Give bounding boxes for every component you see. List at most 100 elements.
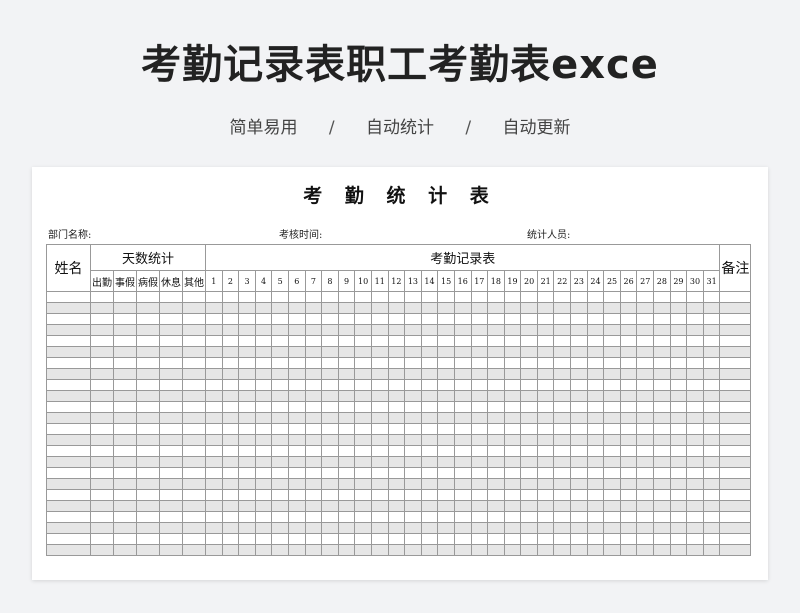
table-cell[interactable] bbox=[90, 445, 114, 457]
table-cell[interactable] bbox=[437, 533, 455, 545]
table-cell[interactable] bbox=[653, 522, 671, 534]
table-cell[interactable] bbox=[159, 401, 183, 413]
table-cell[interactable] bbox=[404, 412, 422, 424]
table-cell[interactable] bbox=[686, 522, 704, 534]
table-cell[interactable] bbox=[686, 500, 704, 512]
table-cell[interactable] bbox=[636, 357, 655, 369]
table-cell[interactable] bbox=[487, 511, 505, 523]
table-cell[interactable] bbox=[205, 467, 223, 479]
table-cell[interactable] bbox=[570, 379, 588, 391]
table-cell[interactable] bbox=[321, 346, 339, 358]
table-cell[interactable] bbox=[182, 522, 206, 534]
table-cell[interactable] bbox=[136, 401, 160, 413]
table-cell[interactable] bbox=[46, 500, 91, 512]
table-cell[interactable] bbox=[238, 324, 256, 336]
table-cell[interactable] bbox=[603, 335, 621, 347]
table-cell[interactable] bbox=[570, 291, 588, 303]
table-cell[interactable] bbox=[182, 445, 206, 457]
table-cell[interactable] bbox=[337, 478, 356, 490]
table-cell[interactable] bbox=[453, 401, 472, 413]
table-cell[interactable] bbox=[404, 313, 422, 325]
table-cell[interactable] bbox=[520, 522, 538, 534]
table-cell[interactable] bbox=[238, 412, 256, 424]
table-cell[interactable] bbox=[453, 324, 472, 336]
table-cell[interactable] bbox=[669, 346, 688, 358]
table-cell[interactable] bbox=[669, 368, 688, 380]
table-cell[interactable] bbox=[570, 489, 588, 501]
table-cell[interactable] bbox=[370, 544, 389, 556]
table-cell[interactable] bbox=[453, 291, 472, 303]
table-cell[interactable] bbox=[470, 313, 489, 325]
table-cell[interactable] bbox=[470, 489, 489, 501]
table-cell[interactable] bbox=[619, 412, 638, 424]
table-cell[interactable] bbox=[90, 313, 114, 325]
table-cell[interactable] bbox=[304, 357, 323, 369]
table-cell[interactable] bbox=[503, 467, 522, 479]
table-cell[interactable] bbox=[271, 291, 289, 303]
table-cell[interactable] bbox=[586, 544, 605, 556]
table-cell[interactable] bbox=[387, 489, 406, 501]
table-cell[interactable] bbox=[686, 434, 704, 446]
table-cell[interactable] bbox=[321, 544, 339, 556]
table-cell[interactable] bbox=[420, 291, 439, 303]
table-cell[interactable] bbox=[113, 379, 137, 391]
table-cell[interactable] bbox=[570, 346, 588, 358]
table-cell[interactable] bbox=[437, 324, 455, 336]
table-cell[interactable] bbox=[337, 291, 356, 303]
table-cell[interactable] bbox=[420, 357, 439, 369]
table-cell[interactable] bbox=[636, 456, 655, 468]
table-cell[interactable] bbox=[570, 423, 588, 435]
table-cell[interactable] bbox=[603, 445, 621, 457]
table-cell[interactable] bbox=[653, 489, 671, 501]
table-cell[interactable] bbox=[113, 511, 137, 523]
table-cell[interactable] bbox=[453, 511, 472, 523]
table-cell[interactable] bbox=[619, 324, 638, 336]
table-cell[interactable] bbox=[487, 467, 505, 479]
table-cell[interactable] bbox=[159, 390, 183, 402]
table-cell[interactable] bbox=[553, 357, 572, 369]
table-cell[interactable] bbox=[570, 467, 588, 479]
table-cell[interactable] bbox=[387, 302, 406, 314]
table-cell[interactable] bbox=[470, 324, 489, 336]
table-cell[interactable] bbox=[553, 445, 572, 457]
table-cell[interactable] bbox=[453, 423, 472, 435]
table-cell[interactable] bbox=[271, 302, 289, 314]
table-cell[interactable] bbox=[653, 313, 671, 325]
table-cell[interactable] bbox=[520, 500, 538, 512]
table-cell[interactable] bbox=[586, 445, 605, 457]
table-cell[interactable] bbox=[221, 456, 240, 468]
table-cell[interactable] bbox=[702, 522, 721, 534]
table-cell[interactable] bbox=[619, 390, 638, 402]
table-cell[interactable] bbox=[653, 478, 671, 490]
table-cell[interactable] bbox=[221, 291, 240, 303]
table-cell[interactable] bbox=[669, 434, 688, 446]
table-cell[interactable] bbox=[287, 346, 306, 358]
table-cell[interactable] bbox=[287, 379, 306, 391]
table-cell[interactable] bbox=[387, 434, 406, 446]
table-cell[interactable] bbox=[487, 335, 505, 347]
table-cell[interactable] bbox=[686, 302, 704, 314]
table-cell[interactable] bbox=[520, 511, 538, 523]
table-cell[interactable] bbox=[636, 313, 655, 325]
table-cell[interactable] bbox=[536, 478, 555, 490]
table-cell[interactable] bbox=[182, 478, 206, 490]
table-cell[interactable] bbox=[287, 500, 306, 512]
table-cell[interactable] bbox=[205, 357, 223, 369]
table-cell[interactable] bbox=[719, 467, 752, 479]
table-cell[interactable] bbox=[570, 456, 588, 468]
table-cell[interactable] bbox=[370, 335, 389, 347]
table-cell[interactable] bbox=[619, 445, 638, 457]
table-cell[interactable] bbox=[503, 434, 522, 446]
table-cell[interactable] bbox=[370, 368, 389, 380]
table-cell[interactable] bbox=[354, 412, 372, 424]
table-cell[interactable] bbox=[487, 478, 505, 490]
table-cell[interactable] bbox=[702, 533, 721, 545]
table-cell[interactable] bbox=[669, 522, 688, 534]
table-cell[interactable] bbox=[586, 533, 605, 545]
table-cell[interactable] bbox=[636, 434, 655, 446]
table-cell[interactable] bbox=[669, 467, 688, 479]
table-cell[interactable] bbox=[437, 313, 455, 325]
table-cell[interactable] bbox=[586, 368, 605, 380]
table-cell[interactable] bbox=[136, 291, 160, 303]
table-cell[interactable] bbox=[205, 544, 223, 556]
